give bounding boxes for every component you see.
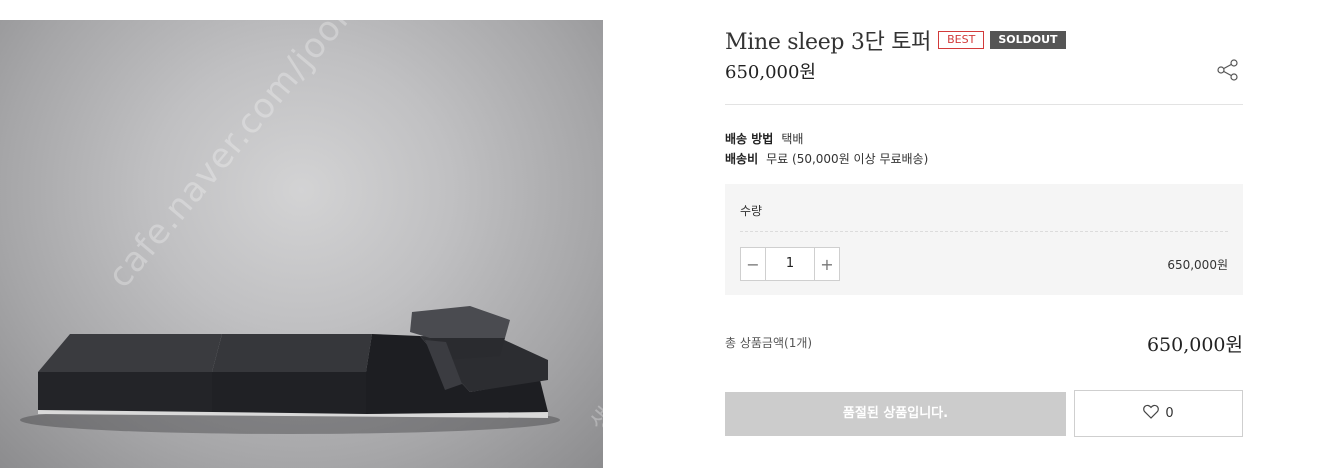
shipping-fee-label: 배송비 [725,152,759,166]
shipping-method-value: 택배 [781,132,804,146]
title-row: Mine sleep 3단 토퍼 BEST SOLDOUT [725,24,1066,56]
quantity-box: 수량 − + 650,000원 [725,184,1243,295]
shipping-fee-row: 배송비 무료 (50,000원 이상 무료배송) [725,150,928,167]
product-title: Mine sleep 3단 토퍼 [725,30,932,55]
product-price: 650,000원 [725,62,816,83]
total-price: 650,000원 [1146,334,1243,356]
line-item-price: 650,000원 [1167,258,1228,272]
best-badge: BEST [938,31,985,49]
dashed-divider [740,231,1228,232]
shipping-method-label: 배송 방법 [725,132,774,146]
wishlist-count: 0 [1165,406,1174,421]
heart-icon [1143,404,1160,423]
soldout-badge: SOLDOUT [990,31,1066,49]
decrease-quantity-button[interactable]: − [741,248,766,280]
quantity-input[interactable] [766,248,814,280]
shipping-method-row: 배송 방법 택배 [725,130,803,147]
share-icon[interactable] [1217,59,1239,81]
quantity-label: 수량 [740,204,763,218]
wishlist-button[interactable]: 0 [1074,390,1243,437]
quantity-stepper: − + [740,247,840,281]
soldout-button[interactable]: 품절된 상품입니다. [725,392,1066,436]
shipping-fee-value: 무료 (50,000원 이상 무료배송) [766,152,929,166]
divider [725,104,1243,105]
increase-quantity-button[interactable]: + [814,248,839,280]
product-image: cafe.naver.com/joonggonara 생 [0,20,603,468]
total-label: 총 상품금액(1개) [725,336,813,350]
